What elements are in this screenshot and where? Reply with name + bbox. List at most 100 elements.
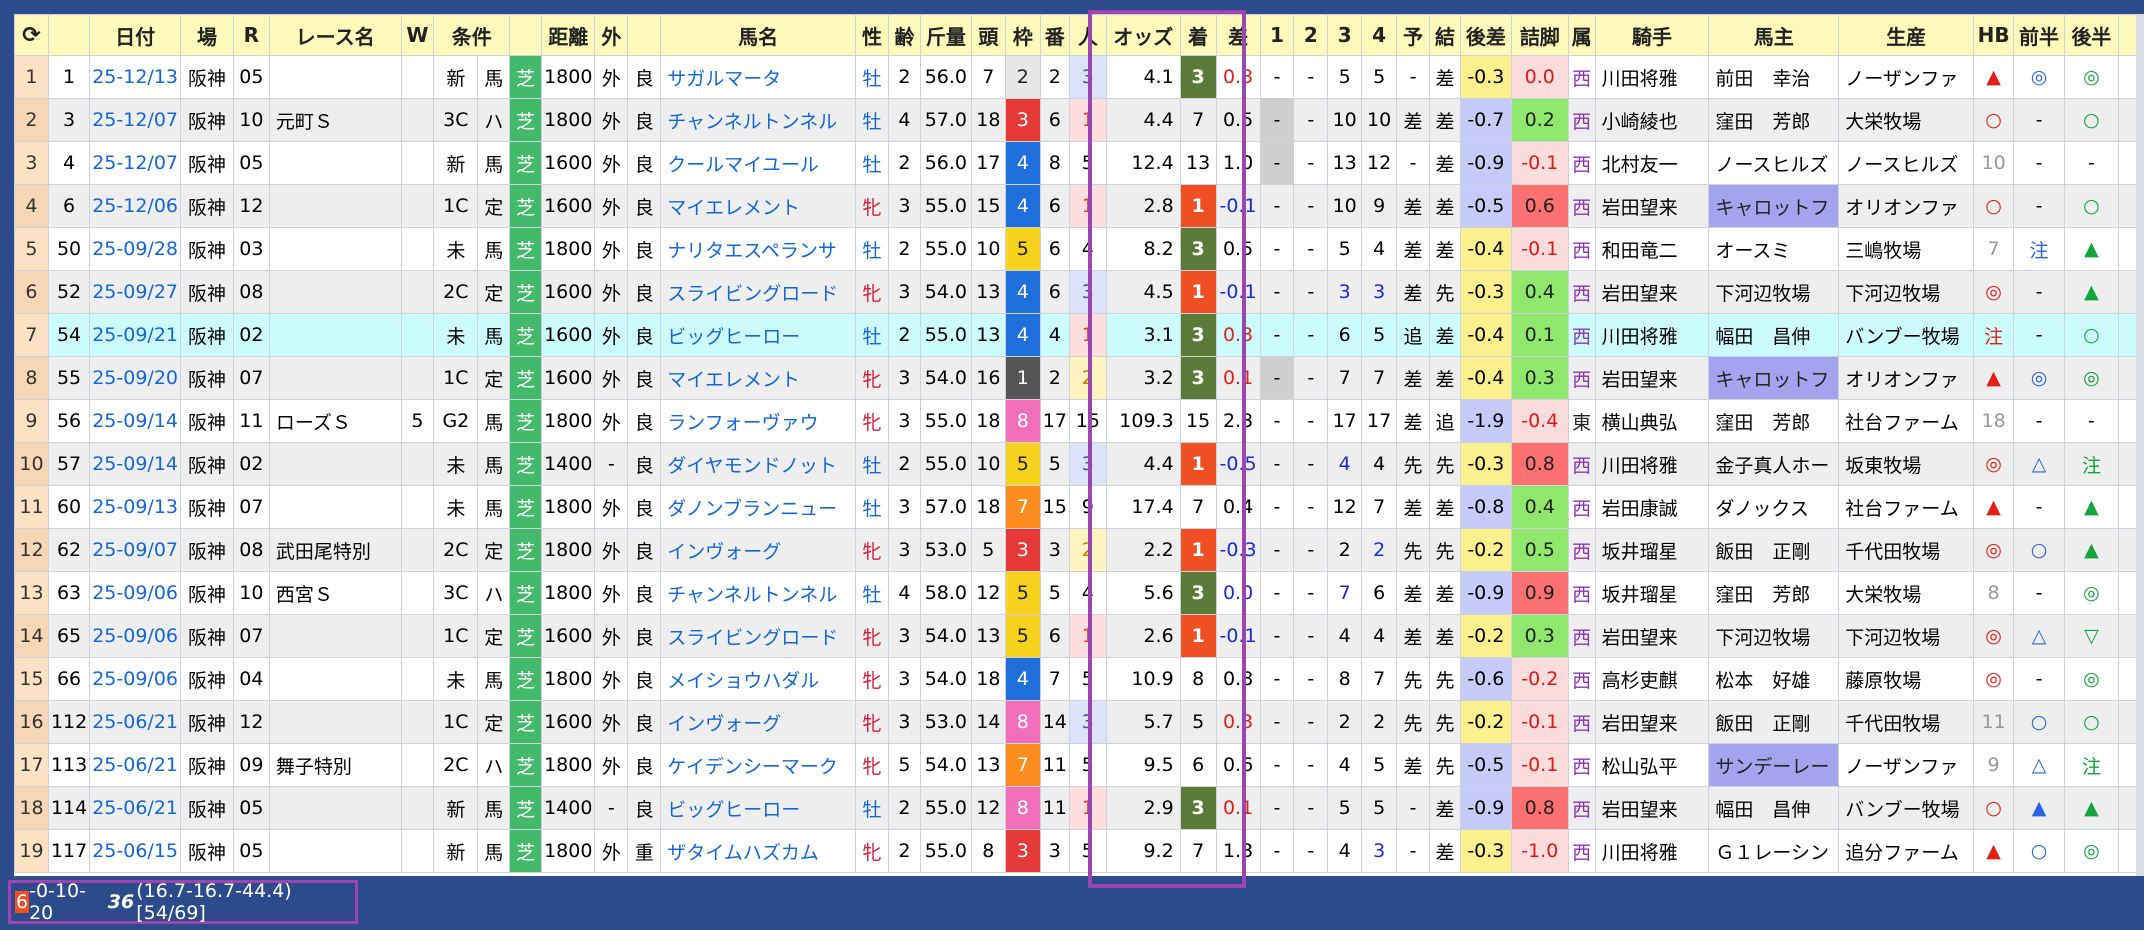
horse-name-link[interactable]: ザタイムハズカム: [660, 829, 857, 873]
horse-name-link[interactable]: メイショウハダル: [660, 657, 857, 701]
table-row[interactable]: 2 3 25-12/07 阪神 10 元町Ｓ 3C ハ芝 1800 外良チャンネルトンネル牡 4 57…: [14, 98, 2144, 142]
col-heads[interactable]: 頭: [970, 14, 1006, 56]
race-date-link[interactable]: 25-09/06: [89, 571, 181, 615]
race-id: 60: [47, 485, 91, 529]
col-class[interactable]: 条件: [433, 14, 511, 56]
race-date-link[interactable]: 25-06/15: [89, 829, 181, 873]
race-date-link[interactable]: 25-09/21: [89, 313, 181, 357]
table-row[interactable]: 4 6 25-12/06 阪神 12 1C 定芝 1600 外良マイエレメント牝 3 55.0 15 4…: [14, 184, 2144, 228]
horse-name-link[interactable]: ナリタエスペランサ: [660, 227, 857, 271]
col-affiliation[interactable]: 属: [1567, 14, 1596, 56]
race-date-link[interactable]: 25-06/21: [89, 700, 181, 744]
col-corner1[interactable]: 1: [1259, 14, 1295, 56]
horse-name-link[interactable]: インヴォーグ: [660, 700, 857, 744]
horse-name-link[interactable]: スライビングロード: [660, 270, 857, 314]
col-date[interactable]: 日付: [89, 14, 181, 56]
table-row[interactable]: 3 4 25-12/07 阪神 05 新馬芝 1600 外良クールマイユール牡 2 56.0 17 4…: [14, 141, 2144, 185]
horse-name-link[interactable]: マイエレメント: [660, 184, 857, 228]
race-date-link[interactable]: 25-12/07: [89, 141, 181, 185]
col-breeder[interactable]: 生産: [1838, 14, 1975, 56]
horse-name-link[interactable]: ダイヤモンドノット: [660, 442, 857, 486]
col-number[interactable]: 番: [1039, 14, 1070, 56]
horse-name-link[interactable]: ビッグヒーロー: [660, 313, 857, 357]
table-row[interactable]: 6 52 25-09/27 阪神 08 2C 定芝 1600 外良スライビングロード牝 3 54.0…: [14, 270, 2144, 314]
col-late-diff[interactable]: 後差: [1459, 14, 1512, 56]
race-date-link[interactable]: 25-09/14: [89, 399, 181, 443]
race-date-link[interactable]: 25-09/28: [89, 227, 181, 271]
col-odds[interactable]: オッズ: [1105, 14, 1181, 56]
race-date-link[interactable]: 25-09/07: [89, 528, 181, 572]
table-row[interactable]: 12 62 25-09/07 阪神 08 武田尾特別 2C 定芝 1800 外良インヴォーグ牝 3 5…: [14, 528, 2144, 572]
table-row[interactable]: 7 54 25-09/21 阪神 02 未馬芝 1600 外良ビッグヒーロー牡 2 55.0 13 4…: [14, 313, 2144, 357]
horse-name-link[interactable]: サガルマータ: [660, 55, 857, 99]
col-id[interactable]: [47, 14, 91, 56]
race-date-link[interactable]: 25-06/21: [89, 786, 181, 830]
race-name: [268, 829, 402, 873]
col-age[interactable]: 齢: [887, 14, 921, 56]
race-date-link[interactable]: 25-09/06: [89, 614, 181, 658]
col-second-half[interactable]: 後半: [2064, 14, 2119, 56]
horse-name-link[interactable]: インヴォーグ: [660, 528, 857, 572]
race-date-link[interactable]: 25-12/07: [89, 98, 181, 142]
col-surface[interactable]: [509, 14, 543, 56]
col-finish[interactable]: 着: [1179, 14, 1217, 56]
col-owner[interactable]: 馬主: [1708, 14, 1840, 56]
horse-name-link[interactable]: チャンネルトンネル: [660, 98, 857, 142]
col-corner4[interactable]: 4: [1361, 14, 1398, 56]
col-distance[interactable]: 距離: [541, 14, 596, 56]
col-venue[interactable]: 場: [180, 14, 234, 56]
col-hb[interactable]: HB: [1973, 14, 2015, 56]
col-horse[interactable]: 馬名: [660, 14, 857, 56]
table-row[interactable]: 14 65 25-09/06 阪神 07 1C 定芝 1600 外良スライビングロード牝 3 54.…: [14, 614, 2144, 658]
table-row[interactable]: 13 63 25-09/06 阪神 10 西宮Ｓ 3C ハ芝 1800 外良チャンネルトンネル牡 4…: [14, 571, 2144, 615]
table-row[interactable]: 9 56 25-09/14 阪神 11 ローズＳ 5 G2 馬芝 1800 外良ランフォーヴァウ牝 3…: [14, 399, 2144, 443]
col-diff[interactable]: 差: [1215, 14, 1261, 56]
col-race[interactable]: R: [232, 14, 270, 56]
col-course[interactable]: 外: [594, 14, 629, 56]
race-date-link[interactable]: 25-09/06: [89, 657, 181, 701]
col-frame[interactable]: 枠: [1004, 14, 1041, 56]
table-row[interactable]: 17 113 25-06/21 阪神 09 舞子特別 2C ハ芝 1800 外良ケイデンシーマーク…: [14, 743, 2144, 787]
table-row[interactable]: 18 114 25-06/21 阪神 05 新馬芝 1400- 良ビッグヒーロー牡 2 55.0 1…: [14, 786, 2144, 830]
race-date-link[interactable]: 25-09/13: [89, 485, 181, 529]
race-date-link[interactable]: 25-09/27: [89, 270, 181, 314]
table-row[interactable]: 19 117 25-06/15 阪神 05 新馬芝 1800 外重ザタイムハズカム牝 2 55.0…: [14, 829, 2144, 873]
col-corner2[interactable]: 2: [1293, 14, 1329, 56]
race-date-link[interactable]: 25-12/06: [89, 184, 181, 228]
horse-name-link[interactable]: クールマイユール: [660, 141, 857, 185]
race-date-link[interactable]: 25-12/13: [89, 55, 181, 99]
col-sex[interactable]: 性: [855, 14, 889, 56]
table-row[interactable]: 5 50 25-09/28 阪神 03 未馬芝 1800 外良ナリタエスペランサ牡 2 55.0 1…: [14, 227, 2144, 271]
horse-name-link[interactable]: ビッグヒーロー: [660, 786, 857, 830]
col-first-half[interactable]: 前半: [2013, 14, 2065, 56]
col-corner3[interactable]: 3: [1327, 14, 1363, 56]
table-row[interactable]: 1 1 25-12/13 阪神 05 新馬芝 1800 外良サガルマータ牡 2 56.0 7 2 2 3 4…: [14, 55, 2144, 99]
col-w[interactable]: W: [400, 14, 435, 56]
col-popularity[interactable]: 人: [1068, 14, 1107, 56]
horse-name-link[interactable]: マイエレメント: [660, 356, 857, 400]
race-date-link[interactable]: 25-06/21: [89, 743, 181, 787]
table-row[interactable]: 10 57 25-09/14 阪神 02 未馬芝 1400- 良ダイヤモンドノット牡 2 55.0…: [14, 442, 2144, 486]
horse-name-link[interactable]: ランフォーヴァウ: [660, 399, 857, 443]
col-jockey[interactable]: 騎手: [1594, 14, 1710, 56]
corner1-cell: -: [1259, 141, 1295, 185]
race-date-link[interactable]: 25-09/14: [89, 442, 181, 486]
sprint-cell: 0.5: [1510, 528, 1569, 572]
col-condition[interactable]: [627, 14, 662, 56]
race-date-link[interactable]: 25-09/20: [89, 356, 181, 400]
refresh-button[interactable]: ⟳: [14, 14, 49, 56]
table-row[interactable]: 15 66 25-09/06 阪神 04 未馬芝 1800 外良メイショウハダル牝 3 54.0 1…: [14, 657, 2144, 701]
col-weight[interactable]: 斤量: [919, 14, 972, 56]
table-row[interactable]: 11 60 25-09/13 阪神 07 未馬芝 1800 外良ダノンブランニュー牡 3 57.0…: [14, 485, 2144, 529]
table-row[interactable]: 8 55 25-09/20 阪神 07 1C 定芝 1600 外良マイエレメント牝 3 54.0 16…: [14, 356, 2144, 400]
col-prediction[interactable]: 予: [1396, 14, 1430, 56]
vertical-scrollbar[interactable]: [2136, 14, 2144, 876]
horse-name-link[interactable]: スライビングロード: [660, 614, 857, 658]
col-result[interactable]: 結: [1428, 14, 1461, 56]
col-race-name[interactable]: レース名: [268, 14, 402, 56]
table-row[interactable]: 16 112 25-06/21 阪神 12 1C 定芝 1600 外良インヴォーグ牝 3 53.0 1…: [14, 700, 2144, 744]
horse-name-link[interactable]: ケイデンシーマーク: [660, 743, 857, 787]
horse-name-link[interactable]: チャンネルトンネル: [660, 571, 857, 615]
col-sprint[interactable]: 詰脚: [1510, 14, 1569, 56]
horse-name-link[interactable]: ダノンブランニュー: [660, 485, 857, 529]
